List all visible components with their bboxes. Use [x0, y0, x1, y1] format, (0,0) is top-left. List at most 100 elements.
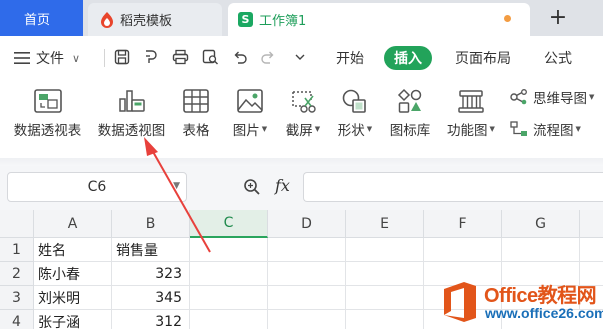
cell[interactable]: [268, 238, 346, 262]
tab-formulas[interactable]: 公式: [544, 46, 572, 70]
redo-icon[interactable]: [258, 47, 278, 67]
screenshot-button[interactable]: 截屏 ▼: [281, 86, 325, 150]
tab-home-label: 首页: [24, 12, 51, 28]
row-header[interactable]: 2: [0, 262, 34, 286]
cell[interactable]: [190, 310, 268, 329]
cell[interactable]: [346, 238, 424, 262]
column-header-c[interactable]: C: [190, 210, 268, 238]
column-header-f[interactable]: F: [424, 210, 502, 238]
watermark-title: Office教程网: [484, 285, 597, 307]
picture-icon: [233, 86, 267, 116]
pivot-table-icon: [31, 86, 65, 116]
docer-logo-icon: [101, 11, 113, 28]
cell[interactable]: [190, 238, 268, 262]
chevron-down-icon: ▼: [173, 181, 180, 191]
screenshot-label: 截屏 ▼: [285, 123, 321, 139]
row-header[interactable]: 1: [0, 238, 34, 262]
cell-a2[interactable]: 陈小春: [34, 262, 112, 286]
cell[interactable]: [190, 286, 268, 310]
tab-start[interactable]: 开始: [336, 46, 364, 70]
flowchart-label: 流程图: [533, 123, 574, 139]
select-all-corner[interactable]: [0, 210, 34, 238]
pivot-chart-icon: [115, 86, 149, 116]
icon-library-button[interactable]: 图标库: [385, 86, 435, 150]
function-chart-button[interactable]: 功能图 ▼: [443, 86, 499, 150]
table-icon: [179, 86, 213, 116]
pivot-table-button[interactable]: 数据透视表: [10, 86, 85, 150]
tab-workbook-label: 工作簿1: [259, 14, 307, 29]
name-box[interactable]: C6 ▼: [7, 172, 187, 202]
customize-quick-access-icon[interactable]: [290, 47, 310, 67]
flowchart-button[interactable]: 流程图 ▼: [510, 118, 581, 140]
row-header[interactable]: 3: [0, 286, 34, 310]
cell[interactable]: [424, 238, 502, 262]
cell-b3[interactable]: 345: [112, 286, 190, 310]
shapes-button[interactable]: 形状 ▼: [333, 86, 377, 150]
function-chart-label: 功能图 ▼: [447, 123, 495, 139]
cell[interactable]: [268, 310, 346, 329]
cell[interactable]: [346, 310, 424, 329]
screenshot-icon: [286, 86, 320, 116]
formula-bar: C6 ▼ fx: [0, 166, 603, 210]
pivot-chart-button[interactable]: 数据透视图: [94, 86, 169, 150]
shapes-label: 形状 ▼: [337, 123, 373, 139]
zoom-search-icon[interactable]: [243, 178, 261, 196]
cell-b4[interactable]: 312: [112, 310, 190, 329]
pivot-table-label: 数据透视表: [13, 123, 82, 139]
new-tab-button[interactable]: +: [546, 4, 570, 30]
icon-library-label: 图标库: [389, 123, 431, 139]
cell-a4[interactable]: 张子涵: [34, 310, 112, 329]
save-icon[interactable]: [112, 47, 132, 67]
cell[interactable]: [580, 238, 603, 262]
menu-bar: 文件 ∨ 开始 插入 页面布局 公式: [0, 36, 603, 80]
picture-button[interactable]: 图片 ▼: [228, 86, 272, 150]
title-bar: 首页 稻壳模板 S 工作簿1 +: [0, 0, 603, 36]
insert-function-button[interactable]: fx: [275, 176, 290, 195]
ribbon-divider: [0, 158, 603, 166]
cell[interactable]: [346, 262, 424, 286]
spreadsheet-logo-icon: S: [238, 12, 253, 27]
table-button[interactable]: 表格: [176, 86, 216, 150]
shapes-icon: [338, 86, 372, 116]
print-icon[interactable]: [170, 47, 190, 67]
cell-a3[interactable]: 刘米明: [34, 286, 112, 310]
cell[interactable]: [268, 262, 346, 286]
tab-insert[interactable]: 插入: [384, 46, 432, 70]
cell-b2[interactable]: 323: [112, 262, 190, 286]
hamburger-icon: [14, 52, 30, 64]
cell[interactable]: [502, 238, 580, 262]
column-header-e[interactable]: E: [346, 210, 424, 238]
mind-map-button[interactable]: 思维导图 ▼: [510, 86, 594, 108]
formula-input[interactable]: [303, 172, 603, 202]
print-preview-icon[interactable]: [200, 47, 220, 67]
function-chart-icon: [454, 86, 488, 116]
column-header-g[interactable]: G: [502, 210, 580, 238]
cell[interactable]: [268, 286, 346, 310]
tab-templates-label: 稻壳模板: [120, 14, 173, 29]
column-header-d[interactable]: D: [268, 210, 346, 238]
tab-page-layout[interactable]: 页面布局: [455, 46, 511, 70]
tab-workbook[interactable]: S 工作簿1: [228, 3, 530, 36]
tab-templates[interactable]: 稻壳模板: [88, 3, 222, 36]
tab-home[interactable]: 首页: [0, 0, 83, 36]
cell-b1[interactable]: 销售量: [112, 238, 190, 262]
file-menu-button[interactable]: 文件 ∨: [14, 46, 80, 70]
cell-a1[interactable]: 姓名: [34, 238, 112, 262]
cell-reference: C6: [87, 179, 107, 195]
file-menu-label: 文件: [36, 51, 64, 67]
mind-map-label: 思维导图: [533, 91, 587, 107]
mind-map-icon: [510, 89, 527, 105]
column-header-h[interactable]: [580, 210, 603, 238]
column-header-a[interactable]: A: [34, 210, 112, 238]
row-header[interactable]: 4: [0, 310, 34, 329]
watermark: Office教程网 www.office26.com: [432, 275, 603, 329]
ribbon-insert: 数据透视表 数据透视图 表格 图片 ▼ 截屏 ▼ 形状 ▼ 图标库 功能图 ▼ …: [0, 80, 603, 158]
cell[interactable]: [346, 286, 424, 310]
cell[interactable]: [190, 262, 268, 286]
export-icon[interactable]: [141, 47, 161, 67]
undo-icon[interactable]: [230, 47, 250, 67]
table-label: 表格: [182, 123, 210, 139]
watermark-url: www.office26.com: [485, 305, 603, 321]
pivot-chart-label: 数据透视图: [97, 123, 166, 139]
column-header-b[interactable]: B: [112, 210, 190, 238]
